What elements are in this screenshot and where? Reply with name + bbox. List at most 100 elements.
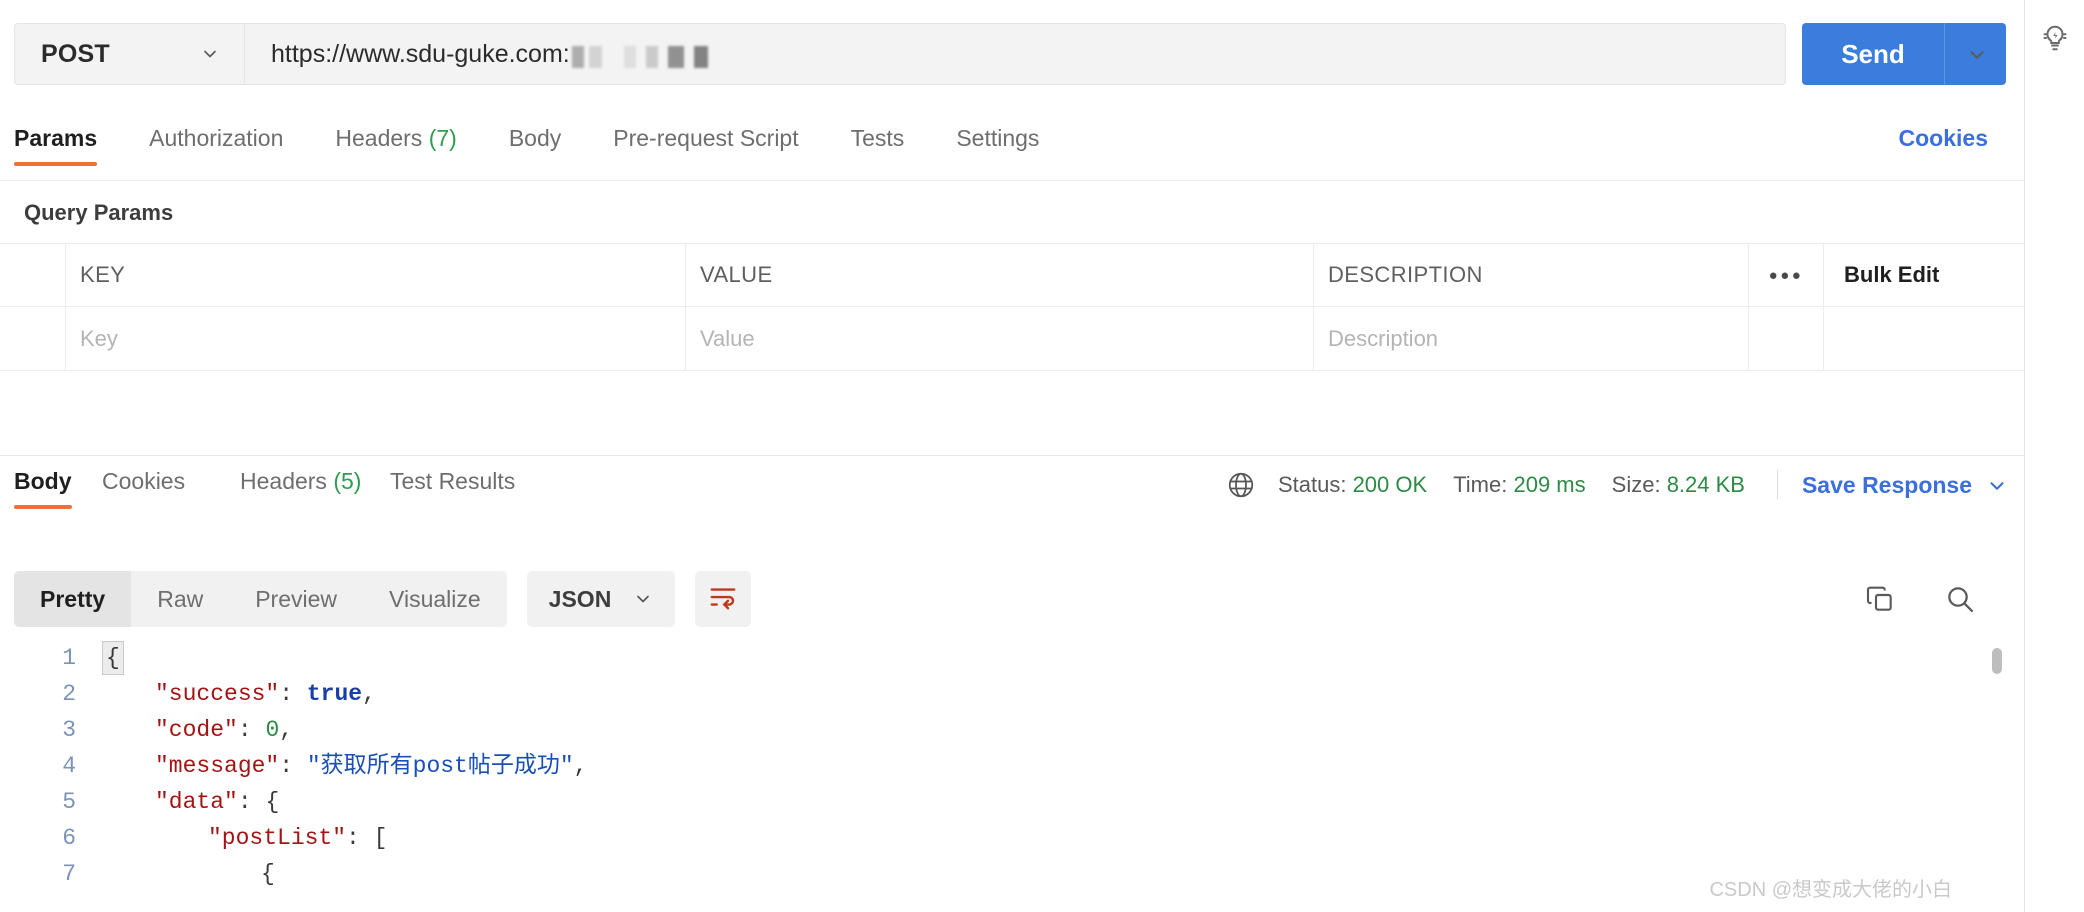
row-spacer-cell (1824, 307, 2024, 370)
line-number: 2 (62, 681, 76, 707)
tab-label: Tests (850, 125, 905, 151)
response-format-select[interactable]: JSON (526, 571, 676, 627)
code-token: 0 (265, 717, 280, 743)
table-row: Key Value Description (0, 307, 2024, 370)
cookies-link[interactable]: Cookies (1899, 125, 1988, 152)
code-token: "postList" (208, 825, 347, 851)
view-mode-raw[interactable]: Raw (131, 571, 229, 627)
code-token: : (237, 789, 266, 815)
view-mode-visualize[interactable]: Visualize (363, 571, 507, 627)
response-format-label: JSON (548, 585, 612, 612)
send-options-caret[interactable] (1944, 23, 2006, 85)
tab-body[interactable]: Body (509, 125, 561, 166)
globe-icon[interactable] (1226, 470, 1256, 500)
view-mode-segmented-control: Pretty Raw Preview Visualize (14, 571, 507, 627)
tab-label: Authorization (149, 125, 284, 151)
query-params-title: Query Params (24, 200, 174, 225)
url-text: https://www.sdu-guke.com: (271, 39, 570, 68)
search-icon[interactable] (1932, 571, 1988, 627)
http-method-select[interactable]: POST (14, 23, 244, 85)
request-url-bar: POST https://www.sdu-guke.com: Send (14, 23, 2006, 85)
code-token: [ (373, 825, 388, 851)
response-body-code[interactable]: 1{2 "success": true, 3 "code": 0, 4 "message"… (0, 640, 2024, 912)
code-token: "获取所有post帖子成功" (306, 753, 574, 779)
code-token: : (279, 753, 307, 779)
size-label: Size: (1611, 472, 1661, 497)
tab-label: Test Results (390, 468, 516, 494)
code-token: { (265, 789, 280, 815)
line-number: 3 (62, 717, 76, 743)
ellipsis-icon: ●●● (1768, 266, 1804, 284)
code-token: , (573, 753, 588, 779)
column-header-description: DESCRIPTION (1328, 262, 1483, 287)
tab-label: Body (14, 468, 72, 494)
response-tabs: Body Cookies Headers (5) Test Results St… (0, 468, 2024, 530)
column-options-button[interactable]: ●●● (1749, 244, 1824, 306)
word-wrap-toggle[interactable] (695, 571, 752, 627)
response-body-tools (1828, 566, 1988, 632)
code-token: "data" (155, 789, 238, 815)
size-value: 8.24 KB (1666, 472, 1745, 497)
save-response-button[interactable]: Save Response (1802, 472, 2006, 499)
code-scrollbar-thumb[interactable] (1992, 648, 2002, 674)
watermark: CSDN @想变成大佬的小白 (1709, 879, 1952, 901)
tab-label: Body (508, 125, 562, 151)
time-label: Time: (1453, 472, 1508, 497)
code-text: "code": 0, (155, 712, 293, 748)
tab-headers[interactable]: Headers (7) (335, 125, 456, 166)
tabs-divider (0, 180, 2024, 181)
response-tab-body[interactable]: Body (14, 468, 72, 509)
row-checkbox-cell[interactable] (0, 307, 66, 370)
status-value: 200 OK (1352, 472, 1428, 497)
tab-tests[interactable]: Tests (851, 125, 905, 166)
tab-authorization[interactable]: Authorization (149, 125, 283, 166)
send-button-group: Send (1802, 23, 2006, 85)
view-mode-preview[interactable]: Preview (229, 571, 363, 627)
value-placeholder: Value (700, 325, 755, 351)
code-token: { (102, 641, 124, 675)
send-button[interactable]: Send (1802, 23, 1944, 85)
tab-settings[interactable]: Settings (956, 125, 1039, 166)
param-key-input[interactable]: Key (66, 307, 686, 370)
code-line: 2 "success": true, (0, 676, 2024, 712)
code-token: , (279, 717, 294, 743)
code-text: { (261, 856, 275, 892)
response-tab-cookies[interactable]: Cookies (102, 468, 185, 509)
bulk-edit-button[interactable]: Bulk Edit (1844, 262, 1939, 288)
row-options-cell (1749, 307, 1824, 370)
tab-label: Settings (956, 125, 1040, 151)
column-header-value: VALUE (700, 262, 773, 287)
code-text: "data": { (155, 784, 279, 820)
chevron-down-icon (633, 589, 653, 609)
line-number: 1 (62, 645, 76, 671)
table-header-row: KEY VALUE DESCRIPTION ●●● Bulk Edit (0, 244, 2024, 307)
param-description-input[interactable]: Description (1314, 307, 1749, 370)
tab-label: Params (14, 125, 98, 151)
time-label-group: Time: 209 ms (1453, 472, 1585, 498)
code-line: 1{ (0, 640, 2024, 676)
code-scrollbar[interactable] (1992, 640, 2002, 912)
lightbulb-bolt-icon[interactable] (2039, 22, 2071, 54)
size-label-group: Size: 8.24 KB (1612, 472, 1745, 498)
chevron-down-icon (1986, 475, 2006, 495)
tab-params[interactable]: Params (14, 125, 98, 166)
line-number: 5 (62, 789, 76, 815)
code-token: "code" (155, 717, 238, 743)
section-divider (0, 455, 2024, 456)
response-tab-test-results[interactable]: Test Results (390, 468, 515, 509)
chevron-down-icon (200, 44, 220, 64)
response-tab-headers[interactable]: Headers (5) (240, 468, 361, 509)
code-text: "success": true, (155, 676, 376, 712)
code-line: 3 "code": 0, (0, 712, 2024, 748)
param-value-input[interactable]: Value (686, 307, 1314, 370)
main-panel: POST https://www.sdu-guke.com: Send Para… (0, 0, 2024, 912)
url-input[interactable]: https://www.sdu-guke.com: (244, 23, 1786, 85)
code-token: "message" (155, 753, 280, 779)
copy-icon[interactable] (1852, 571, 1908, 627)
view-mode-pretty[interactable]: Pretty (14, 571, 132, 627)
response-headers-count-badge: (5) (333, 468, 362, 494)
tab-pre-request-script[interactable]: Pre-request Script (613, 125, 798, 166)
headers-count-badge: (7) (428, 125, 457, 151)
header-key-cell: KEY (66, 244, 686, 306)
tab-label: Headers (335, 125, 423, 151)
